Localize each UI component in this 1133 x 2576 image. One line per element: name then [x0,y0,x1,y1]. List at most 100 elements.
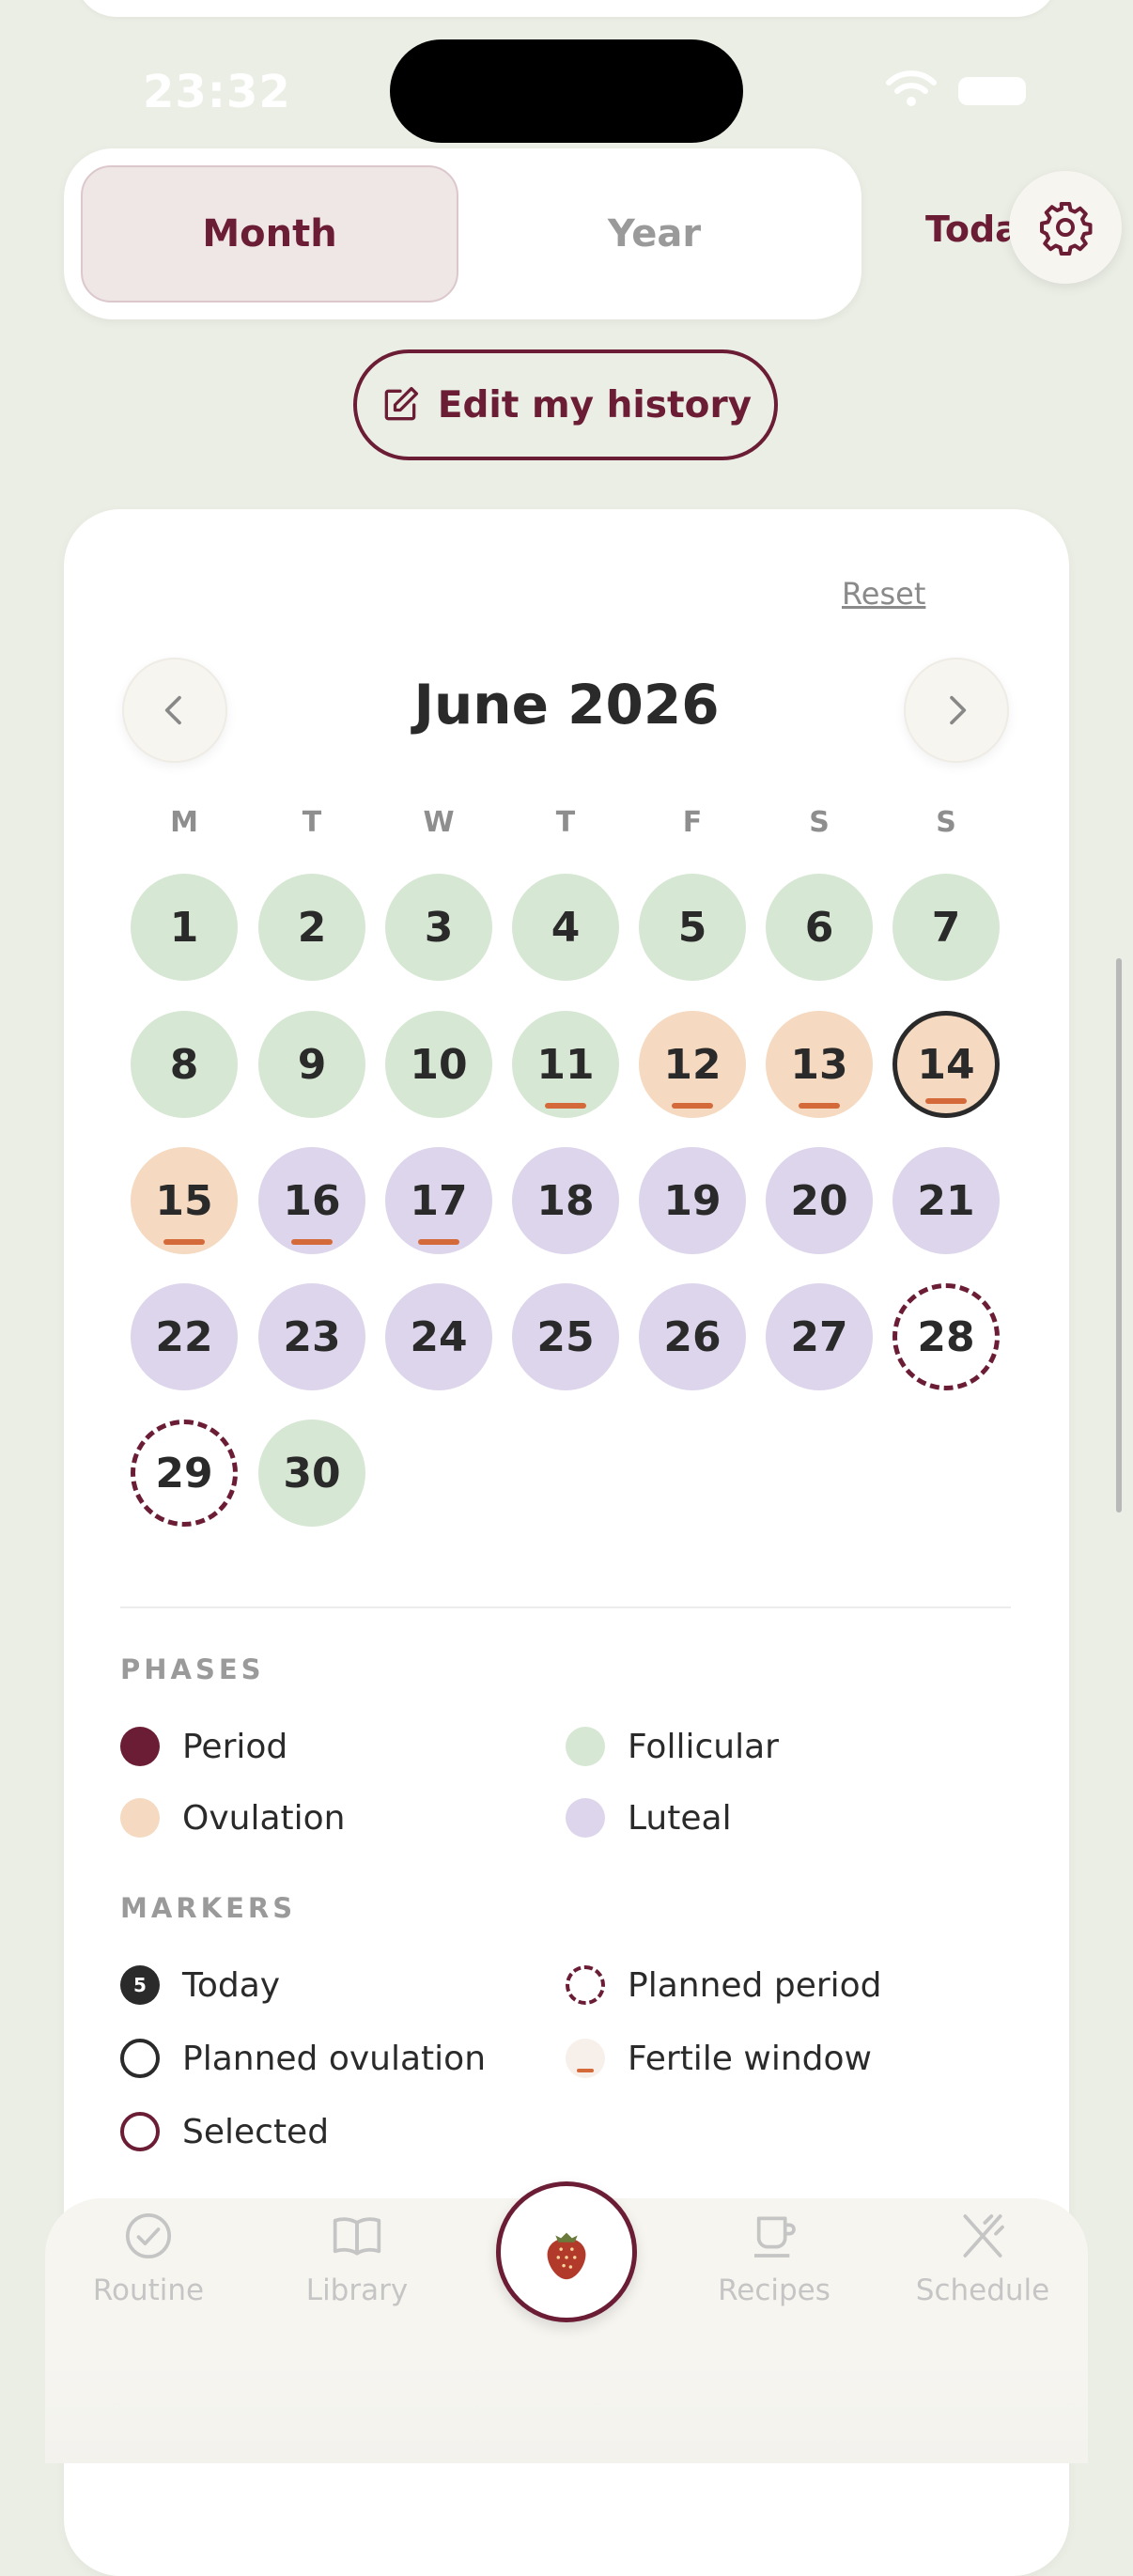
fertile-marker [672,1103,713,1109]
fertile-marker [925,1098,967,1104]
calendar-day[interactable]: 3 [385,874,492,981]
calendar-day[interactable]: 15 [131,1147,238,1254]
calendar-day[interactable]: 24 [385,1283,492,1390]
legend-ovulation-label: Ovulation [182,1798,346,1838]
calendar-day[interactable]: 27 [766,1283,873,1390]
calendar-day[interactable]: 7 [892,874,1000,981]
selected-swatch [120,2112,160,2151]
day-number: 25 [536,1312,595,1361]
calendar-day[interactable]: 26 [639,1283,746,1390]
planned-period-swatch [566,1965,605,2005]
luteal-swatch [566,1798,605,1838]
legend-luteal-label: Luteal [628,1798,732,1838]
day-number: 24 [410,1312,468,1361]
legend-today: 5 Today [120,1965,280,2005]
month-title: June 2026 [413,673,720,737]
calendar-day[interactable]: 20 [766,1147,873,1254]
view-switcher: Month Year [64,148,861,319]
edit-icon [384,386,418,421]
weekday-label: W [423,806,455,839]
tab-month[interactable]: Month [81,165,458,303]
period-swatch [120,1727,160,1766]
legend-period: Period [120,1727,287,1766]
calendar-day[interactable]: 23 [258,1283,365,1390]
fertile-marker [799,1103,840,1109]
scrollbar[interactable] [1116,958,1122,1513]
calendar-day[interactable]: 22 [131,1283,238,1390]
day-number: 11 [536,1040,595,1089]
utensils-icon [963,2214,1004,2258]
weekday-label: F [682,806,703,839]
calendar-day[interactable]: 29 [131,1420,238,1527]
day-number: 7 [931,903,961,952]
calendar-day[interactable]: 9 [258,1011,365,1118]
day-number: 1 [169,903,199,952]
calendar-day[interactable]: 13 [766,1011,873,1118]
calendar-day[interactable]: 4 [512,874,619,981]
chevron-right-icon [950,695,967,725]
day-number: 12 [663,1040,722,1089]
weekday-label: S [936,806,956,839]
calendar-day[interactable]: 16 [258,1147,365,1254]
edit-history-button[interactable]: Edit my history [353,349,778,460]
settings-button[interactable] [1009,171,1122,284]
markers-heading: MARKERS [120,1892,297,1924]
calendar-day[interactable]: 11 [512,1011,619,1118]
calendar-day[interactable]: 5 [639,874,746,981]
legend-planned-ovulation-label: Planned ovulation [182,2039,487,2078]
day-number: 4 [551,903,581,952]
follicular-swatch [566,1727,605,1766]
day-number: 16 [283,1176,341,1225]
reset-link[interactable]: Reset [842,576,925,612]
legend-planned-ovulation: Planned ovulation [120,2039,486,2078]
previous-card-edge [75,0,1058,17]
today-button[interactable]: Today [925,209,1010,250]
gear-icon [1040,202,1093,256]
calendar-day[interactable]: 30 [258,1420,365,1527]
calendar-day[interactable]: 19 [639,1147,746,1254]
calendar-day[interactable]: 1 [131,874,238,981]
legend-period-label: Period [182,1727,288,1766]
center-action-button[interactable] [496,2181,637,2322]
previous-month-button[interactable] [122,658,227,763]
calendar-day[interactable]: 8 [131,1011,238,1118]
calendar-day[interactable]: 2 [258,874,365,981]
today-marker-sample: 5 [120,1965,160,2005]
tab-routine[interactable]: Routine [64,2210,233,2307]
tab-library[interactable]: Library [272,2210,442,2307]
calendar-day[interactable]: 18 [512,1147,619,1254]
legend-planned-period-label: Planned period [628,1965,882,2005]
tab-recipes[interactable]: Recipes [690,2210,859,2307]
tab-schedule[interactable]: Schedule [898,2210,1067,2307]
tab-routine-label: Routine [92,2273,205,2307]
day-number: 14 [917,1040,975,1089]
calendar-day[interactable]: 12 [639,1011,746,1118]
day-number: 15 [155,1176,213,1225]
calendar-day[interactable]: 25 [512,1283,619,1390]
calendar-day[interactable]: 10 [385,1011,492,1118]
calendar-day-today[interactable]: 14 [892,1011,1000,1118]
weekday-label: T [555,806,576,839]
book-icon [333,2217,381,2256]
day-number: 13 [790,1040,848,1089]
tab-year[interactable]: Year [464,165,845,303]
weekday-label: T [302,806,322,839]
fertile-marker [163,1239,205,1245]
legend-luteal: Luteal [566,1798,732,1838]
day-number: 9 [297,1040,327,1089]
day-number: 5 [677,903,707,952]
day-number: 28 [917,1312,975,1361]
calendar-day[interactable]: 17 [385,1147,492,1254]
next-month-button[interactable] [904,658,1009,763]
day-number: 30 [283,1449,341,1497]
strawberry-icon [547,2232,586,2280]
legend-selected-label: Selected [182,2112,330,2151]
calendar-day[interactable]: 21 [892,1147,1000,1254]
calendar-day[interactable]: 28 [892,1283,1000,1390]
day-number: 21 [917,1176,975,1225]
edit-history-label: Edit my history [437,383,753,427]
weekday-label: M [170,806,198,839]
legend-fertile-window-label: Fertile window [628,2039,872,2078]
calendar-day[interactable]: 6 [766,874,873,981]
legend-today-label: Today [182,1965,281,2005]
